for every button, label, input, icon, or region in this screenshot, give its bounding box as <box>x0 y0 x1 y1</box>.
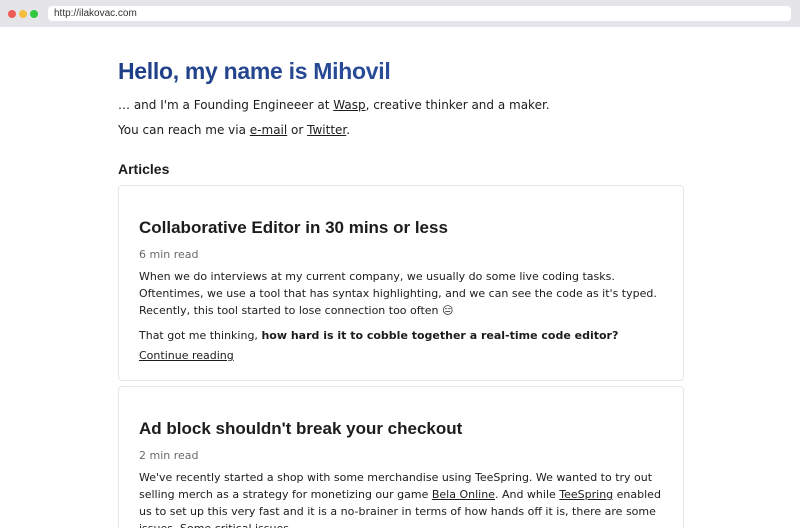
article-excerpt: When we do interviews at my current comp… <box>139 268 663 344</box>
intro-text: … and I'm a Founding Engineeer at Wasp, … <box>118 97 684 114</box>
articles-heading: Articles <box>118 161 170 177</box>
browser-bar: http://ilakovac.com <box>0 0 800 27</box>
article-title[interactable]: Ad block shouldn't break your checkout <box>139 418 663 440</box>
email-link[interactable]: e-mail <box>250 123 287 137</box>
continue-reading-link[interactable]: Continue reading <box>139 348 234 363</box>
contact-suffix: . <box>346 123 351 137</box>
contact-prefix: You can reach me via <box>118 123 250 137</box>
article-card: Collaborative Editor in 30 mins or less … <box>118 185 684 381</box>
twitter-link[interactable]: Twitter <box>307 123 346 137</box>
main-content: Hello, my name is Mihovil … and I'm a Fo… <box>118 56 684 528</box>
read-time: 2 min read <box>139 449 199 462</box>
wasp-link[interactable]: Wasp <box>333 98 365 112</box>
article-title[interactable]: Collaborative Editor in 30 mins or less <box>139 217 663 239</box>
contact-text: You can reach me via e-mail or Twitter. <box>118 122 684 139</box>
intro-prefix: … and I'm a Founding Engineeer at <box>118 98 334 112</box>
maximize-window-icon[interactable] <box>30 10 38 18</box>
teespring-link[interactable]: TeeSpring <box>559 488 613 501</box>
intro-suffix: , creative thinker and a maker. <box>365 98 550 112</box>
excerpt-paragraph: That got me thinking, how hard is it to … <box>139 327 663 344</box>
excerpt-paragraph: When we do interviews at my current comp… <box>139 270 657 317</box>
article-card: Ad block shouldn't break your checkout 2… <box>118 386 684 528</box>
read-time: 6 min read <box>139 248 199 261</box>
contact-or: or <box>287 123 308 137</box>
excerpt-paragraph: We've recently started a shop with some … <box>139 469 663 528</box>
close-window-icon[interactable] <box>8 10 16 18</box>
excerpt-prefix: That got me thinking, <box>139 329 262 342</box>
article-excerpt: We've recently started a shop with some … <box>139 469 663 528</box>
bela-online-link[interactable]: Bela Online <box>432 488 495 501</box>
excerpt-text: . And while <box>494 488 560 501</box>
address-bar[interactable]: http://ilakovac.com <box>48 6 791 21</box>
minimize-window-icon[interactable] <box>19 10 27 18</box>
page-title: Hello, my name is Mihovil <box>118 56 684 86</box>
excerpt-bold: how hard is it to cobble together a real… <box>261 329 619 342</box>
